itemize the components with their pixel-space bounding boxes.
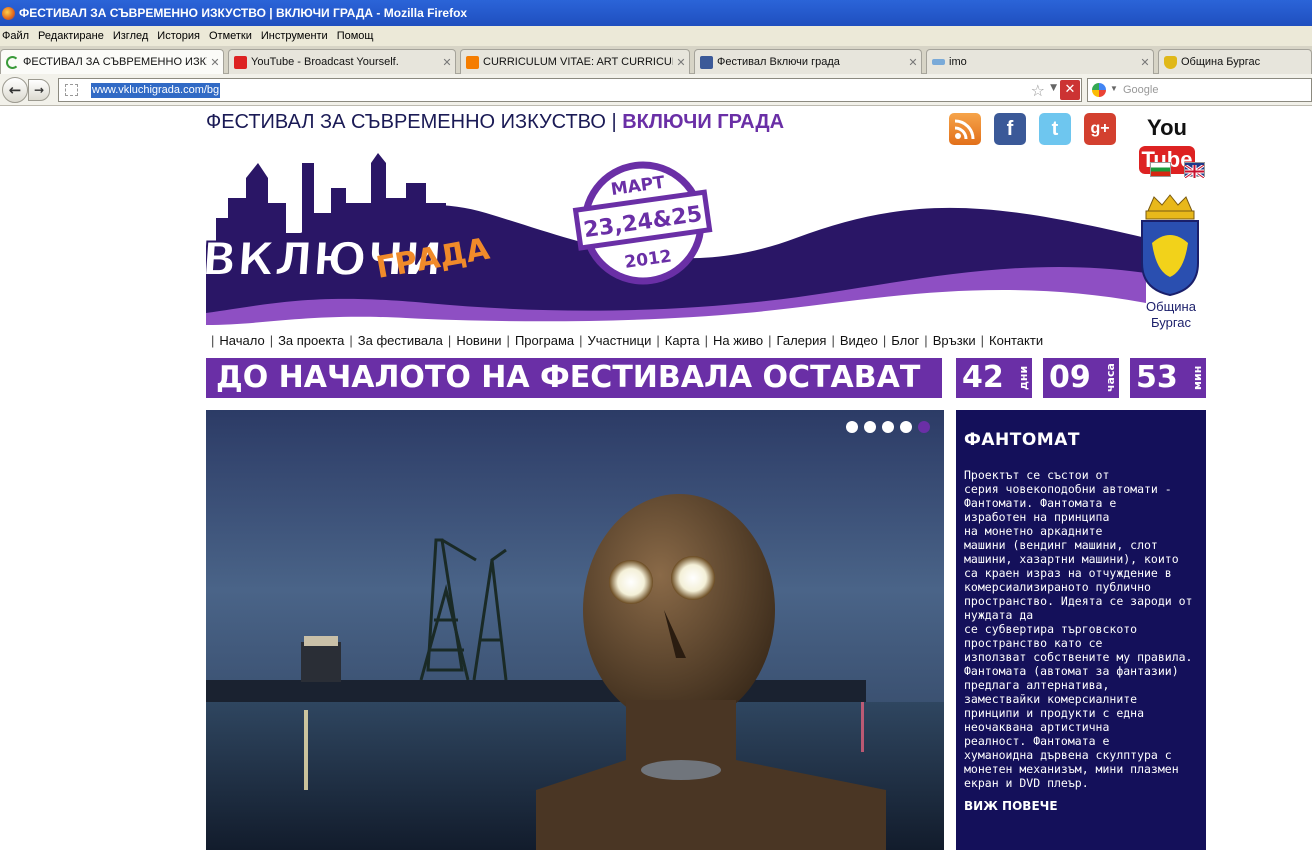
bulgarian-flag-icon[interactable]: [1150, 162, 1171, 177]
main-navigation: | Начало | За проекта | За фестивала | Новин…: [211, 333, 1044, 349]
nav-item-video[interactable]: Видео: [840, 333, 878, 349]
tab-festival[interactable]: ФЕСТИВАЛ ЗА СЪВРЕМЕННО ИЗКУС... ✕: [0, 49, 224, 74]
back-button[interactable]: ←: [2, 77, 28, 103]
facebook-icon[interactable]: f: [994, 113, 1026, 145]
tab-youtube[interactable]: YouTube - Broadcast Yourself. ✕: [228, 49, 456, 74]
window-titlebar: ФЕСТИВАЛ ЗА СЪВРЕМЕННО ИЗКУСТВО | ВКЛЮЧИ…: [0, 0, 1312, 26]
slider-dot-active[interactable]: [918, 421, 930, 433]
bookmark-star-icon[interactable]: ☆: [1031, 81, 1045, 100]
address-bar[interactable]: www.vkluchigrada.com/bg ☆ ▼ ✕: [58, 78, 1082, 102]
loading-icon: [6, 55, 19, 69]
rss-icon[interactable]: [949, 113, 981, 145]
slider-dot[interactable]: [864, 421, 876, 433]
nav-item-gallery[interactable]: Галерия: [777, 333, 827, 349]
feature-title: ФАНТОМАТ: [964, 430, 1080, 450]
festival-banner: ВКЛЮЧИ ГРАДА МАРТ 23,24&25 2012: [199, 143, 1146, 325]
navigation-toolbar: ← → www.vkluchigrada.com/bg ☆ ▼ ✕ ▼ Goog…: [0, 74, 1312, 106]
web-page: ФЕСТИВАЛ ЗА СЪВРЕМЕННО ИЗКУСТВО | ВКЛЮЧИ…: [0, 107, 1312, 850]
blogger-icon: [466, 55, 479, 69]
close-icon[interactable]: ✕: [905, 56, 921, 69]
countdown-minutes: 53 мин: [1130, 358, 1206, 398]
nav-item-contacts[interactable]: Контакти: [989, 333, 1043, 349]
menu-help[interactable]: Помощ: [337, 30, 374, 42]
countdown-days: 42 дни: [956, 358, 1032, 398]
imo-icon: [932, 59, 945, 65]
municipality-label[interactable]: Община Бургас: [1134, 299, 1208, 331]
menu-history[interactable]: История: [157, 30, 200, 42]
nav-item-news[interactable]: Новини: [456, 333, 501, 349]
menu-tools[interactable]: Инструменти: [261, 30, 328, 42]
nav-item-links[interactable]: Връзки: [933, 333, 976, 349]
slider-dot[interactable]: [846, 421, 858, 433]
window-title: ФЕСТИВАЛ ЗА СЪВРЕМЕННО ИЗКУСТВО | ВКЛЮЧИ…: [19, 6, 468, 20]
url-text[interactable]: www.vkluchigrada.com/bg: [91, 83, 221, 98]
menu-bookmarks[interactable]: Отметки: [209, 30, 252, 42]
close-icon[interactable]: ✕: [1137, 56, 1153, 69]
nav-item-live[interactable]: На живо: [713, 333, 763, 349]
tab-burgas[interactable]: Община Бургас: [1158, 49, 1312, 74]
burgas-crest-icon[interactable]: [1136, 193, 1204, 297]
countdown-hours: 09 часа: [1043, 358, 1119, 398]
nav-item-participants[interactable]: Участници: [588, 333, 652, 349]
site-identity-icon: [65, 84, 78, 96]
nav-item-home[interactable]: Начало: [219, 333, 264, 349]
google-plus-icon[interactable]: g+: [1084, 113, 1116, 145]
forward-button[interactable]: →: [28, 79, 50, 101]
slider-pagination: [846, 421, 930, 433]
close-icon[interactable]: ✕: [439, 56, 455, 69]
twitter-icon[interactable]: t: [1039, 113, 1071, 145]
tab-facebook[interactable]: Фестивал Включи града ✕: [694, 49, 922, 74]
close-icon[interactable]: ✕: [207, 56, 223, 69]
nav-item-project[interactable]: За проекта: [278, 333, 344, 349]
nav-item-festival[interactable]: За фестивала: [358, 333, 443, 349]
firefox-icon: [2, 6, 15, 20]
nav-item-blog[interactable]: Блог: [891, 333, 919, 349]
site-heading-separator: |: [611, 111, 617, 133]
read-more-link[interactable]: ВИЖ ПОВЕЧЕ: [964, 799, 1198, 813]
slider-dot[interactable]: [900, 421, 912, 433]
slider-photo[interactable]: [206, 410, 944, 850]
menu-edit[interactable]: Редактиране: [38, 30, 104, 42]
menu-bar: Файл Редактиране Изглед История Отметки …: [0, 26, 1312, 46]
menu-file[interactable]: Файл: [2, 30, 29, 42]
slider-dot[interactable]: [882, 421, 894, 433]
youtube-icon[interactable]: YouTube: [1128, 113, 1206, 174]
nav-item-program[interactable]: Програма: [515, 333, 574, 349]
site-heading-accent[interactable]: ВКЛЮЧИ ГРАДА: [622, 111, 784, 133]
site-heading-main: ФЕСТИВАЛ ЗА СЪВРЕМЕННО ИЗКУСТВО: [206, 111, 606, 133]
feature-panel: ФАНТОМАТ Проектът се състои от серия чове…: [956, 410, 1206, 850]
menu-view[interactable]: Изглед: [113, 30, 148, 42]
countdown-label: ДО НАЧАЛОТО НА ФЕСТИВАЛА ОСТАВАТ: [206, 358, 942, 398]
tab-imo[interactable]: imo ✕: [926, 49, 1154, 74]
uk-flag-icon[interactable]: [1184, 162, 1205, 180]
stop-button[interactable]: ✕: [1060, 80, 1080, 100]
countdown-bar: ДО НАЧАЛОТО НА ФЕСТИВАЛА ОСТАВАТ 42 дни …: [206, 358, 1206, 398]
youtube-icon: [234, 55, 247, 69]
tab-curriculum[interactable]: CURRICULUM VITAE: ART CURRICUL... ✕: [460, 49, 690, 74]
nav-item-map[interactable]: Карта: [665, 333, 700, 349]
close-icon[interactable]: ✕: [673, 56, 689, 69]
search-box[interactable]: ▼ Google: [1087, 78, 1312, 102]
google-icon[interactable]: [1092, 83, 1106, 97]
chevron-down-icon[interactable]: ▼: [1110, 84, 1118, 93]
feature-description: Проектът се състои от серия човекоподобни…: [964, 468, 1193, 790]
site-heading: ФЕСТИВАЛ ЗА СЪВРЕМЕННО ИЗКУСТВО | ВКЛЮЧИ…: [206, 111, 784, 134]
search-placeholder: Google: [1123, 84, 1159, 96]
tab-bar: ФЕСТИВАЛ ЗА СЪВРЕМЕННО ИЗКУС... ✕ YouTub…: [0, 46, 1312, 74]
crest-icon: [1164, 55, 1177, 69]
facebook-icon: [700, 55, 713, 69]
chevron-down-icon[interactable]: ▼: [1050, 83, 1057, 93]
